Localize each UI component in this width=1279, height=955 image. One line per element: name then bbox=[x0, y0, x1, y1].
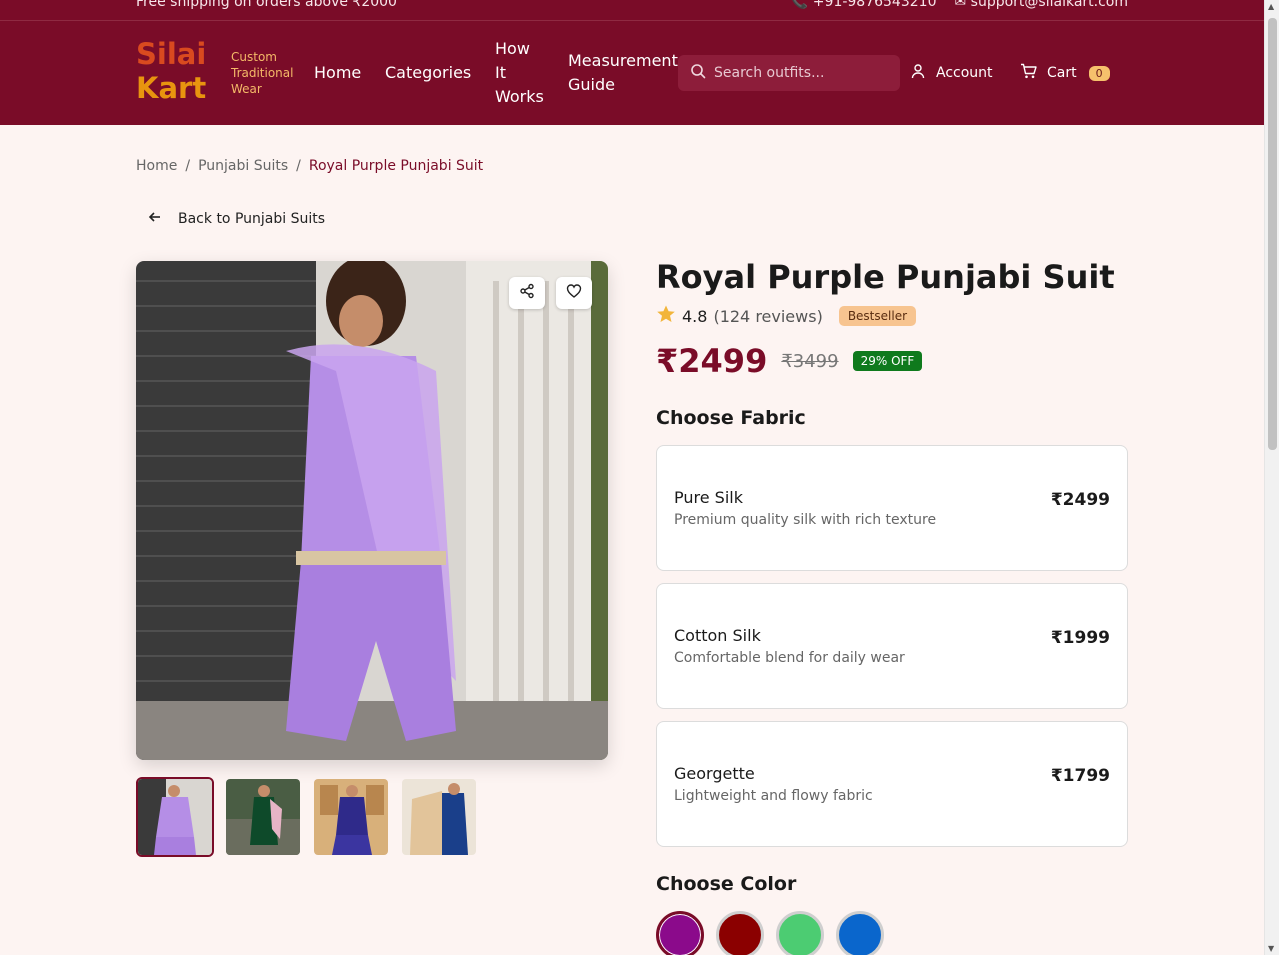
back-link-label: Back to Punjabi Suits bbox=[178, 211, 326, 227]
shipping-text: Free shipping on orders above ₹2000 bbox=[136, 0, 397, 10]
page-scrollbar[interactable]: ▲ ▼ bbox=[1264, 0, 1279, 955]
breadcrumb: Home / Punjabi Suits / Royal Purple Punj… bbox=[136, 158, 483, 174]
logo-line1: Silai bbox=[136, 37, 207, 71]
search-box[interactable] bbox=[678, 55, 900, 91]
price-row: ₹2499 ₹3499 29% OFF bbox=[656, 342, 923, 380]
account-label: Account bbox=[936, 65, 993, 81]
review-count[interactable]: (124 reviews) bbox=[713, 307, 822, 326]
thumbnail-strip bbox=[136, 777, 478, 857]
tagline: Custom Traditional Wear bbox=[231, 50, 294, 96]
share-button[interactable] bbox=[509, 277, 545, 309]
logo[interactable]: Silai Kart bbox=[136, 37, 206, 105]
heart-icon bbox=[566, 283, 582, 303]
phone-link[interactable]: 📞 +91-9876543210 bbox=[791, 0, 937, 10]
fabric-name: Pure Silk bbox=[674, 488, 743, 507]
nav-measurement-guide[interactable]: Measurement Guide bbox=[568, 21, 680, 125]
logo-line2: Kart bbox=[136, 71, 207, 105]
thumbnail-1[interactable] bbox=[136, 777, 214, 857]
breadcrumb-current: Royal Purple Punjabi Suit bbox=[308, 158, 484, 174]
discount-badge: 29% OFF bbox=[852, 351, 923, 371]
thumbnail-4[interactable] bbox=[400, 777, 478, 857]
scroll-up-icon[interactable]: ▲ bbox=[1268, 2, 1274, 11]
bestseller-badge: Bestseller bbox=[838, 306, 917, 326]
email-link[interactable]: ✉ support@silaikart.com bbox=[954, 0, 1128, 10]
fabric-price: ₹1999 bbox=[1050, 628, 1110, 648]
current-price: ₹2499 bbox=[656, 342, 768, 380]
cart-label: Cart bbox=[1047, 65, 1077, 81]
fabric-name: Cotton Silk bbox=[674, 626, 761, 645]
thumbnail-2[interactable] bbox=[224, 777, 302, 857]
arrow-left-icon bbox=[148, 210, 162, 228]
original-price: ₹3499 bbox=[781, 350, 839, 372]
promo-bar: Free shipping on orders above ₹2000 📞 +9… bbox=[0, 0, 1264, 21]
color-section-title: Choose Color bbox=[656, 873, 797, 895]
cart-button[interactable]: Cart 0 bbox=[1020, 55, 1110, 91]
nav-home[interactable]: Home bbox=[314, 21, 361, 125]
fabric-option-cotton-silk[interactable]: Cotton Silk Comfortable blend for daily … bbox=[656, 583, 1128, 709]
rating-value: 4.8 bbox=[682, 306, 708, 326]
nav-how-it-works[interactable]: How It Works bbox=[495, 21, 545, 125]
breadcrumb-category[interactable]: Punjabi Suits bbox=[198, 158, 288, 174]
breadcrumb-separator: / bbox=[296, 158, 301, 174]
fabric-name: Georgette bbox=[674, 764, 755, 783]
breadcrumb-home[interactable]: Home bbox=[136, 158, 177, 174]
wishlist-button[interactable] bbox=[556, 277, 592, 309]
nav-categories[interactable]: Categories bbox=[385, 21, 471, 125]
product-title: Royal Purple Punjabi Suit bbox=[656, 258, 1115, 296]
share-icon bbox=[519, 283, 535, 303]
color-swatch-purple[interactable] bbox=[656, 911, 704, 955]
scroll-down-icon[interactable]: ▼ bbox=[1268, 944, 1274, 953]
star-icon bbox=[656, 304, 676, 328]
fabric-price: ₹2499 bbox=[1050, 490, 1110, 510]
thumbnail-3[interactable] bbox=[312, 777, 390, 857]
fabric-option-pure-silk[interactable]: Pure Silk Premium quality silk with rich… bbox=[656, 445, 1128, 571]
product-main-image[interactable] bbox=[136, 261, 608, 760]
fabric-section-title: Choose Fabric bbox=[656, 407, 806, 429]
site-header: Silai Kart Custom Traditional Wear Home … bbox=[0, 21, 1264, 125]
fabric-description: Lightweight and flowy fabric bbox=[674, 788, 873, 804]
search-icon bbox=[690, 63, 706, 83]
fabric-option-georgette[interactable]: Georgette Lightweight and flowy fabric ₹… bbox=[656, 721, 1128, 847]
color-swatch-green[interactable] bbox=[776, 911, 824, 955]
fabric-description: Comfortable blend for daily wear bbox=[674, 650, 905, 666]
color-swatches bbox=[656, 911, 884, 955]
back-link[interactable]: Back to Punjabi Suits bbox=[136, 201, 325, 237]
cart-count-badge: 0 bbox=[1088, 65, 1110, 81]
search-input[interactable] bbox=[714, 65, 894, 81]
account-button[interactable]: Account bbox=[910, 55, 993, 91]
scrollbar-thumb[interactable] bbox=[1268, 18, 1277, 450]
color-swatch-maroon[interactable] bbox=[716, 911, 764, 955]
fabric-description: Premium quality silk with rich texture bbox=[674, 512, 937, 528]
fabric-price: ₹1799 bbox=[1050, 766, 1110, 786]
rating-row: 4.8 (124 reviews) Bestseller bbox=[656, 304, 917, 328]
cart-icon bbox=[1020, 63, 1037, 83]
user-icon bbox=[910, 63, 926, 83]
color-swatch-blue[interactable] bbox=[836, 911, 884, 955]
breadcrumb-separator: / bbox=[185, 158, 191, 174]
